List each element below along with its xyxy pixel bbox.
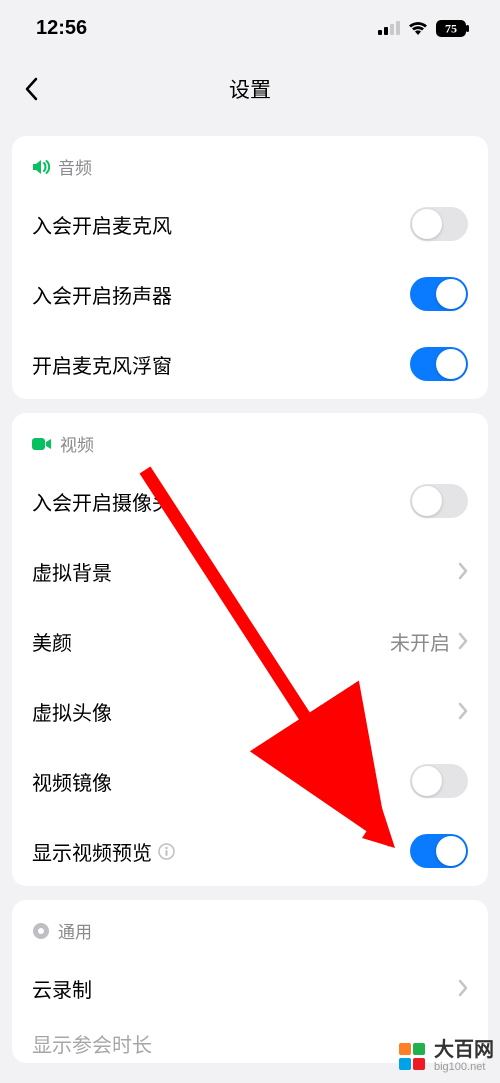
battery-percent: 75 xyxy=(445,21,457,35)
row-show-preview: 显示视频预览 xyxy=(12,816,488,886)
group-video: 视频 入会开启摄像头 虚拟背景 美颜 未开启 虚拟头像 视频镜像 xyxy=(12,413,488,886)
chevron-right-icon xyxy=(458,632,468,650)
gear-icon xyxy=(32,922,50,940)
watermark-url: big100.net xyxy=(434,1062,494,1073)
status-time: 12:56 xyxy=(36,17,87,40)
toggle-show-preview[interactable] xyxy=(410,834,468,868)
group-header-audio: 音频 xyxy=(12,136,488,189)
watermark-logo-icon xyxy=(398,1042,428,1072)
row-label: 显示参会时长 xyxy=(32,1029,152,1058)
page-title: 设置 xyxy=(0,74,500,104)
group-header-video: 视频 xyxy=(12,413,488,466)
row-cloud-record[interactable]: 云录制 xyxy=(12,953,488,1023)
row-beauty[interactable]: 美颜 未开启 xyxy=(12,606,488,676)
chevron-right-icon xyxy=(458,562,468,580)
toggle-video-mirror[interactable] xyxy=(410,764,468,798)
row-label-text: 显示视频预览 xyxy=(32,837,152,866)
row-video-mirror: 视频镜像 xyxy=(12,746,488,816)
row-label: 视频镜像 xyxy=(32,767,112,796)
row-value: 未开启 xyxy=(390,627,450,656)
row-camera-on-join: 入会开启摄像头 xyxy=(12,466,488,536)
toggle-mic-float[interactable] xyxy=(410,347,468,381)
info-icon[interactable] xyxy=(158,843,175,860)
row-virtual-avatar[interactable]: 虚拟头像 xyxy=(12,676,488,746)
row-mic-float: 开启麦克风浮窗 xyxy=(12,329,488,399)
toggle-camera-on-join[interactable] xyxy=(410,484,468,518)
row-label: 美颜 xyxy=(32,627,72,656)
group-title: 通用 xyxy=(58,918,92,943)
watermark-name: 大百网 xyxy=(434,1040,494,1060)
cellular-signal-icon xyxy=(378,21,400,35)
group-title: 视频 xyxy=(60,431,94,456)
row-label: 虚拟头像 xyxy=(32,697,112,726)
nav-bar: 设置 xyxy=(0,56,500,122)
row-label: 入会开启麦克风 xyxy=(32,210,172,239)
row-label: 显示视频预览 xyxy=(32,837,175,866)
battery-icon: 75 xyxy=(436,20,470,37)
video-camera-icon xyxy=(32,437,52,451)
back-button[interactable] xyxy=(24,69,64,109)
chevron-left-icon xyxy=(24,77,38,101)
group-header-general: 通用 xyxy=(12,900,488,953)
status-right: 75 xyxy=(378,20,470,37)
row-label: 开启麦克风浮窗 xyxy=(32,350,172,379)
toggle-mic-on-join[interactable] xyxy=(410,207,468,241)
row-label: 入会开启扬声器 xyxy=(32,280,172,309)
watermark: 大百网 big100.net xyxy=(392,1036,500,1077)
toggle-speaker-on-join[interactable] xyxy=(410,277,468,311)
speaker-icon xyxy=(32,159,50,175)
row-speaker-on-join: 入会开启扬声器 xyxy=(12,259,488,329)
status-bar: 12:56 75 xyxy=(0,0,500,56)
row-label: 入会开启摄像头 xyxy=(32,487,172,516)
row-label: 云录制 xyxy=(32,974,92,1003)
content: 音频 入会开启麦克风 入会开启扬声器 开启麦克风浮窗 视频 入会开启摄像头 虚拟… xyxy=(0,136,500,1063)
chevron-right-icon xyxy=(458,702,468,720)
row-virtual-background[interactable]: 虚拟背景 xyxy=(12,536,488,606)
chevron-right-icon xyxy=(458,979,468,997)
row-label: 虚拟背景 xyxy=(32,557,112,586)
group-title: 音频 xyxy=(58,154,92,179)
row-mic-on-join: 入会开启麦克风 xyxy=(12,189,488,259)
group-audio: 音频 入会开启麦克风 入会开启扬声器 开启麦克风浮窗 xyxy=(12,136,488,399)
wifi-icon xyxy=(407,20,429,36)
